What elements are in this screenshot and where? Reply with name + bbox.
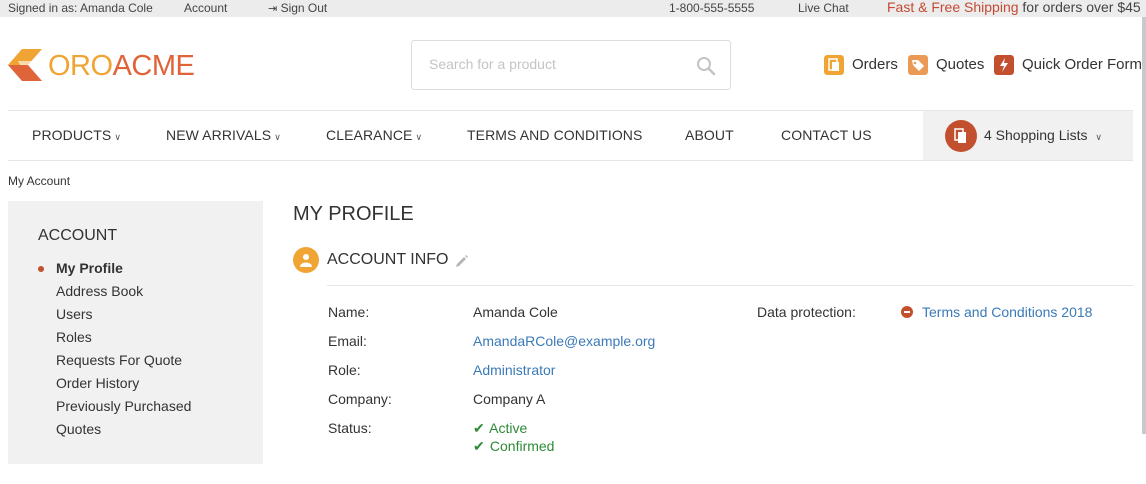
nav-contact[interactable]: CONTACT US: [781, 127, 872, 143]
checkmark-icon: ✔: [473, 438, 485, 454]
page-title: MY PROFILE: [293, 203, 414, 225]
search-icon[interactable]: [696, 56, 716, 76]
lightning-icon: [994, 55, 1014, 75]
checkmark-icon: ✔: [473, 420, 485, 436]
top-bar: Signed in as: Amanda Cole Account ⇥ Sign…: [0, 0, 1146, 17]
shipping-highlight: Fast & Free Shipping: [887, 0, 1019, 15]
orders-icon: [824, 55, 844, 75]
logo-acme: ACME: [112, 50, 195, 82]
status-label: Status:: [328, 420, 372, 436]
sign-out-label: Sign Out: [280, 1, 328, 15]
quick-order-form-label: Quick Order Form: [1022, 56, 1143, 73]
chevron-down-icon: ∨: [114, 132, 122, 142]
logo-text: OROACME: [48, 50, 195, 83]
status-active-text: Active: [489, 420, 528, 436]
live-chat-link[interactable]: Live Chat: [798, 1, 849, 15]
terms-and-conditions-link[interactable]: Terms and Conditions 2018: [922, 304, 1092, 320]
nav-new-arrivals[interactable]: NEW ARRIVALS ∨: [166, 127, 281, 143]
sidebar-item-order-history[interactable]: Order History: [56, 375, 191, 398]
shopping-lists-widget[interactable]: 4 Shopping Lists ∨: [923, 111, 1133, 160]
minus-circle-icon: [901, 306, 913, 318]
signed-in-text: Signed in as: Amanda Cole: [8, 1, 153, 15]
user-icon: [293, 247, 319, 273]
name-value: Amanda Cole: [473, 304, 558, 320]
section-divider: [327, 285, 1133, 286]
data-protection-label: Data protection:: [757, 304, 856, 320]
status-active: ✔ Active: [473, 420, 527, 437]
sidebar-item-quotes[interactable]: Quotes: [56, 421, 191, 444]
nav-products-label: PRODUCTS: [32, 127, 112, 143]
shopping-list-icon: [945, 120, 977, 152]
company-label: Company:: [328, 391, 392, 407]
sidebar-item-my-profile[interactable]: My Profile: [37, 260, 191, 283]
edit-pencil-icon[interactable]: [455, 254, 469, 268]
quotes-label: Quotes: [936, 56, 985, 73]
company-value: Company A: [473, 391, 546, 407]
chevron-down-icon: ∨: [1095, 132, 1103, 142]
search-input[interactable]: [429, 56, 679, 72]
sidebar-item-address-book[interactable]: Address Book: [56, 283, 191, 306]
main-nav: PRODUCTS ∨ NEW ARRIVALS ∨ CLEARANCE ∨ TERMS…: [8, 110, 1133, 161]
breadcrumb[interactable]: My Account: [8, 174, 70, 188]
chevron-down-icon: ∨: [274, 132, 281, 142]
logo-oro: ORO: [48, 50, 113, 82]
nav-new-arrivals-label: NEW ARRIVALS: [166, 127, 272, 143]
search-box: [411, 40, 731, 90]
sidebar-item-previously-purchased[interactable]: Previously Purchased: [56, 398, 191, 421]
phone-number[interactable]: 1-800-555-5555: [669, 1, 754, 15]
site-logo[interactable]: OROACME: [8, 47, 208, 83]
tag-icon: [908, 55, 928, 75]
status-confirmed-text: Confirmed: [489, 438, 555, 454]
account-sidebar: ACCOUNT My Profile Address Book Users Ro…: [8, 201, 263, 464]
section-title: ACCOUNT INFO: [327, 251, 449, 268]
shopping-lists-text: 4 Shopping Lists: [984, 127, 1088, 143]
nav-products[interactable]: PRODUCTS ∨: [32, 127, 121, 143]
email-value[interactable]: AmandaRCole@example.org: [473, 333, 655, 349]
shipping-rest: for orders over $45: [1018, 0, 1141, 15]
role-label: Role:: [328, 362, 361, 378]
role-value[interactable]: Administrator: [473, 362, 555, 378]
email-label: Email:: [328, 333, 367, 349]
shipping-promo: Fast & Free Shipping for orders over $45: [887, 0, 1141, 15]
page-scrollbar[interactable]: [1142, 17, 1146, 434]
name-label: Name:: [328, 304, 370, 320]
sidebar-item-users[interactable]: Users: [56, 306, 191, 329]
nav-terms[interactable]: TERMS AND CONDITIONS: [467, 127, 642, 143]
nav-about[interactable]: ABOUT: [685, 127, 734, 143]
sidebar-title: ACCOUNT: [38, 227, 118, 244]
sign-out-icon: ⇥: [268, 3, 278, 15]
status-confirmed: ✔ Confirmed: [473, 438, 554, 455]
nav-clearance[interactable]: CLEARANCE ∨: [326, 127, 422, 143]
sign-out-link[interactable]: ⇥ Sign Out: [268, 1, 327, 15]
sidebar-item-roles[interactable]: Roles: [56, 329, 191, 352]
shopping-lists-label: 4 Shopping Lists ∨: [984, 127, 1102, 143]
chevron-down-icon: ∨: [415, 132, 423, 142]
logo-mark-icon: [8, 49, 42, 81]
nav-clearance-label: CLEARANCE: [326, 127, 413, 143]
sidebar-item-requests-for-quote[interactable]: Requests For Quote: [56, 352, 191, 375]
account-link[interactable]: Account: [184, 1, 227, 15]
orders-label: Orders: [852, 56, 898, 73]
sidebar-menu: My Profile Address Book Users Roles Requ…: [37, 260, 191, 444]
